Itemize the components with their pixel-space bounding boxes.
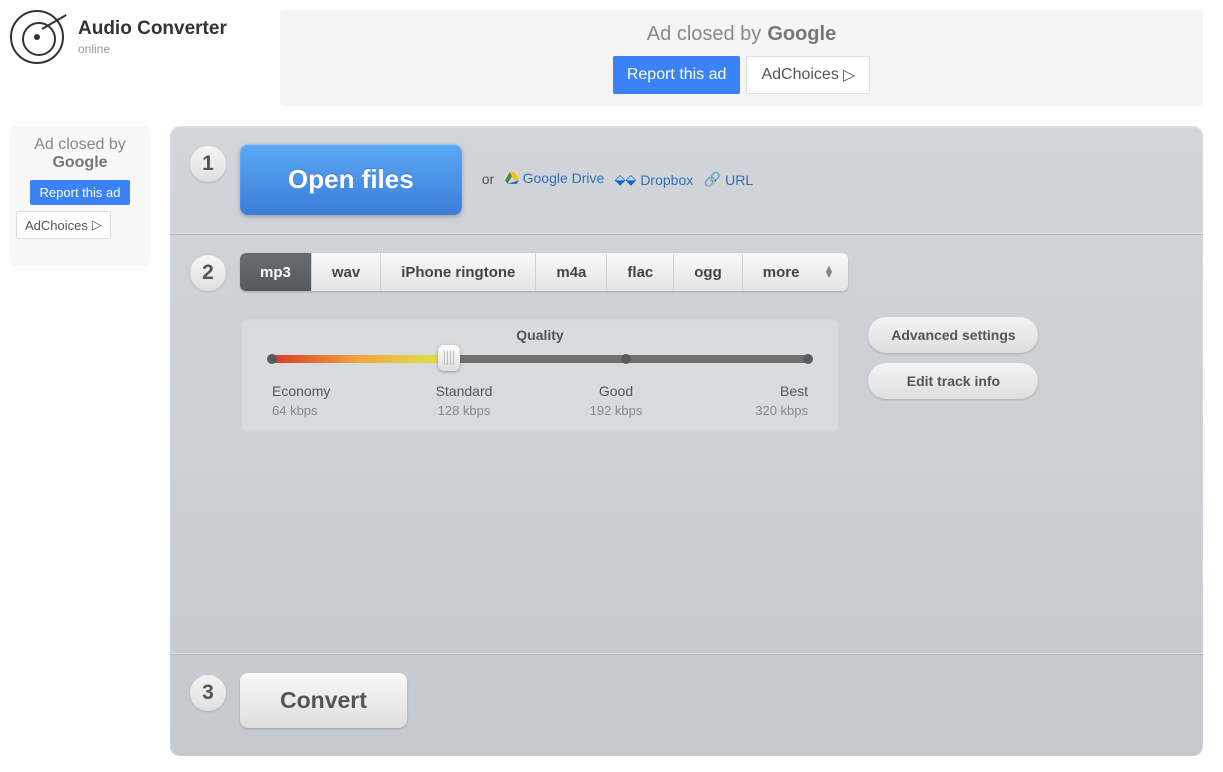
adchoices-button[interactable]: AdChoices ▷ [746, 56, 870, 94]
format-tab-flac[interactable]: flac [606, 253, 673, 291]
advanced-settings-button[interactable]: Advanced settings [868, 317, 1038, 353]
open-files-button[interactable]: Open files [240, 144, 462, 215]
format-tab-ogg[interactable]: ogg [673, 253, 742, 291]
dropbox-link[interactable]: ⬙⬙ Dropbox [615, 171, 693, 188]
slider-handle[interactable] [438, 345, 460, 371]
step-number-2: 2 [190, 255, 226, 291]
quality-level-standard: Standard 128 kbps [424, 383, 504, 418]
app-subtitle: online [78, 42, 227, 56]
step-3: 3 Convert [170, 655, 1203, 756]
url-link[interactable]: 🔗 URL [704, 171, 753, 188]
edit-track-info-button[interactable]: Edit track info [868, 363, 1038, 399]
convert-button[interactable]: Convert [240, 673, 407, 728]
dropbox-icon: ⬙⬙ [615, 171, 637, 188]
step-2: 2 mp3 wav iPhone ringtone m4a flac ogg m… [170, 235, 1203, 653]
format-tab-mp3[interactable]: mp3 [240, 253, 311, 291]
vinyl-record-icon [10, 10, 64, 64]
chevron-updown-icon: ▲▼ [823, 266, 834, 278]
logo-area: Audio Converter online [10, 10, 280, 64]
google-drive-icon [505, 172, 519, 184]
app-title: Audio Converter [78, 18, 227, 40]
quality-level-economy: Economy 64 kbps [272, 383, 352, 418]
step-1: 1 Open files or Google Drive ⬙⬙ Dropbox … [170, 126, 1203, 233]
format-tab-more[interactable]: more ▲▼ [742, 253, 849, 291]
google-drive-link[interactable]: Google Drive [505, 170, 605, 186]
or-label: or [482, 171, 494, 187]
google-logo-text: Google [767, 23, 836, 46]
quality-level-best: Best 320 kbps [728, 383, 808, 418]
adchoices-icon: ▷ [92, 217, 102, 233]
adchoices-icon: ▷ [843, 65, 855, 85]
converter-panel: 1 Open files or Google Drive ⬙⬙ Dropbox … [170, 126, 1203, 756]
format-tabs: mp3 wav iPhone ringtone m4a flac ogg mor… [240, 253, 848, 291]
step-number-3: 3 [190, 675, 226, 711]
report-ad-button[interactable]: Report this ad [613, 56, 741, 94]
step-number-1: 1 [190, 146, 226, 182]
google-logo-text-side: Google [52, 154, 107, 172]
report-ad-button-side[interactable]: Report this ad [30, 180, 131, 205]
link-icon: 🔗 [704, 171, 721, 188]
quality-slider[interactable] [272, 355, 808, 363]
format-tab-wav[interactable]: wav [311, 253, 380, 291]
quality-panel: Quality Economy 64 kbps [240, 317, 840, 432]
adchoices-button-side[interactable]: AdChoices ▷ [16, 211, 111, 239]
quality-level-good: Good 192 kbps [576, 383, 656, 418]
ad-closed-label: Ad closed by Google [647, 23, 836, 46]
format-tab-ringtone[interactable]: iPhone ringtone [380, 253, 535, 291]
format-tab-m4a[interactable]: m4a [535, 253, 606, 291]
quality-title: Quality [272, 327, 808, 343]
side-ad-banner: Ad closed by Google Report this ad AdCho… [10, 126, 150, 266]
top-ad-banner: Ad closed by Google Report this ad AdCho… [280, 10, 1203, 106]
ad-closed-label-side: Ad closed by Google [16, 136, 144, 172]
